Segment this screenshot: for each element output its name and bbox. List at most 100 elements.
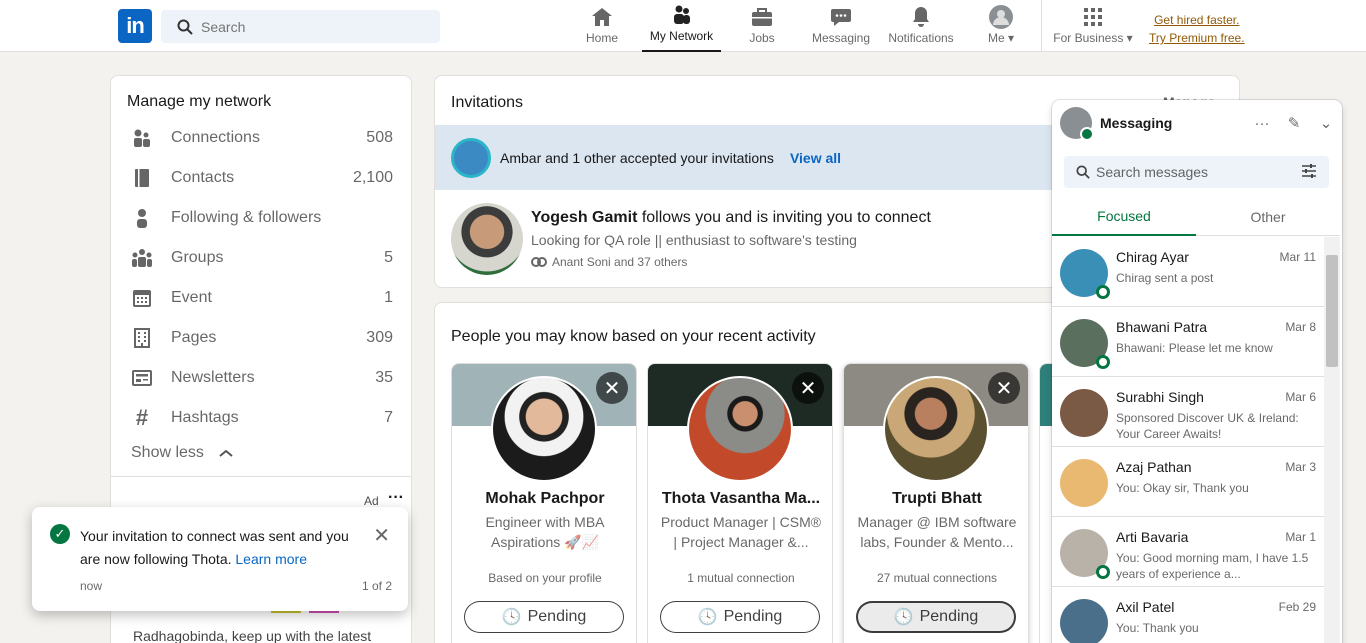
conversation-date: Mar 3 (1285, 460, 1316, 474)
show-less-button[interactable]: Show less (131, 444, 234, 462)
person-headline: Manager @ IBM software labs, Founder & M… (857, 514, 1017, 550)
toast-text: Your invitation to connect was sent and … (80, 528, 349, 567)
global-search[interactable] (161, 10, 440, 43)
manage-network-title: Manage my network (127, 93, 272, 110)
conversation-scrollbar[interactable] (1324, 237, 1340, 643)
nav-my-network[interactable]: My Network (642, 0, 721, 52)
conversation-item[interactable]: Surabhi Singh Mar 6 Sponsored Discover UK … (1052, 377, 1324, 447)
clock-icon: 🕓 (893, 609, 914, 626)
nav-my-network-label: My Network (649, 29, 714, 43)
message-search-placeholder: Search messages (1096, 164, 1209, 180)
linkedin-logo[interactable]: in (118, 9, 152, 43)
nav-jobs-label: Jobs (749, 31, 775, 45)
dismiss-icon[interactable]: ✕ (596, 372, 628, 404)
tab-other[interactable]: Other (1196, 198, 1340, 236)
conversation-name: Azaj Pathan (1116, 459, 1192, 475)
person-card[interactable]: ✕ Mohak Pachpor Engineer with MBA Aspira… (451, 363, 637, 643)
manage-item-label: Event (171, 289, 212, 306)
conversation-preview: Bhawani: Please let me know (1116, 341, 1273, 355)
network-icon (673, 5, 690, 24)
conversation-name: Surabhi Singh (1116, 389, 1204, 405)
conversation-preview: You: Okay sir, Thank you (1116, 481, 1249, 495)
nav-jobs[interactable]: Jobs (742, 0, 782, 52)
tab-focused[interactable]: Focused (1052, 198, 1196, 236)
avatar (687, 376, 793, 482)
manage-item-connections[interactable]: Connections 508 (131, 126, 393, 150)
person-card[interactable]: ✕ Trupti Bhatt Manager @ IBM software la… (843, 363, 1029, 643)
filter-icon[interactable] (1301, 163, 1317, 179)
manage-item-hashtags[interactable]: # Hashtags 7 (131, 405, 393, 430)
manage-item-label: Contacts (171, 169, 235, 186)
manage-item-count: 508 (366, 129, 393, 146)
nav-me[interactable]: Me ▾ (980, 0, 1022, 52)
avatar (1060, 107, 1094, 141)
conversation-name: Arti Bavaria (1116, 529, 1189, 545)
pending-button[interactable]: 🕓 Pending (464, 601, 624, 633)
conversation-name: Bhawani Patra (1116, 319, 1208, 335)
manage-item-label: Pages (171, 329, 217, 346)
nav-notifications-label: Notifications (888, 31, 954, 45)
nav-notifications[interactable]: Notifications (884, 0, 958, 52)
inviter-name[interactable]: Yogesh Gamit (531, 209, 637, 226)
person-card[interactable]: ✕ Thota Vasantha Ma... Product Manager |… (647, 363, 833, 643)
toast-time: now (80, 579, 103, 593)
nav-home[interactable]: Home (580, 0, 624, 52)
more-options-icon[interactable]: ··· (1246, 115, 1278, 132)
messaging-overlay: Messaging ··· ✎ ⌄ Search messages Focuse… (1052, 100, 1342, 643)
invitations-title: Invitations (451, 94, 524, 111)
contacts-book-icon (131, 167, 153, 189)
groups-icon (131, 247, 153, 269)
avatar (491, 376, 597, 482)
conversation-item[interactable]: Chirag Ayar Mar 11 Chirag sent a post (1052, 237, 1324, 307)
conversation-item[interactable]: Axil Patel Feb 29 You: Thank you (1052, 587, 1324, 643)
person-meta: 27 mutual connections (876, 571, 998, 585)
premium-upsell-link[interactable]: Get hired faster. Try Premium free. (1149, 11, 1245, 47)
manage-item-pages[interactable]: Pages 309 (131, 326, 393, 350)
top-navigation-bar: in Home My Network Jobs Messaging Notifi… (0, 0, 1366, 52)
nav-messaging-label: Messaging (811, 31, 871, 45)
conversation-preview: You: Good morning mam, I have 1.5 years … (1116, 551, 1309, 581)
compose-icon[interactable]: ✎ (1278, 114, 1310, 132)
nav-messaging[interactable]: Messaging (810, 0, 872, 52)
avatar (1060, 389, 1108, 437)
conversation-item[interactable]: Azaj Pathan Mar 3 You: Okay sir, Thank you (1052, 447, 1324, 517)
pending-button[interactable]: 🕓 Pending (856, 601, 1016, 633)
view-all-link[interactable]: View all (790, 150, 841, 166)
manage-item-count: 2,100 (352, 169, 393, 186)
scrollbar-thumb[interactable] (1326, 255, 1338, 367)
dismiss-icon[interactable]: ✕ (792, 372, 824, 404)
manage-item-groups[interactable]: Groups 5 (131, 246, 393, 270)
messaging-header[interactable]: Messaging ··· ✎ ⌄ (1052, 100, 1342, 146)
close-icon[interactable]: ✕ (373, 523, 390, 548)
manage-item-contacts[interactable]: Contacts 2,100 (131, 166, 393, 190)
mutual-connections-icon (531, 257, 547, 267)
dismiss-icon[interactable]: ✕ (988, 372, 1020, 404)
manage-item-count: 7 (384, 409, 393, 426)
nav-for-business[interactable]: For Business ▾ (1052, 0, 1134, 52)
invitation-text: follows you and is inviting you to conne… (637, 209, 931, 226)
conversation-item[interactable]: Arti Bavaria Mar 1 You: Good morning mam, … (1052, 517, 1324, 587)
search-input[interactable] (201, 18, 421, 35)
person-name: Thota Vasantha Ma... (661, 490, 821, 507)
person-icon (131, 207, 153, 229)
pending-button[interactable]: 🕓 Pending (660, 601, 820, 633)
chevron-down-icon: ▾ (1007, 31, 1015, 45)
message-search[interactable]: Search messages (1064, 156, 1329, 188)
avatar[interactable] (451, 203, 523, 275)
manage-item-event[interactable]: Event 1 (131, 286, 393, 310)
conversation-date: Mar 8 (1285, 320, 1316, 334)
search-icon (1076, 165, 1090, 179)
manage-item-following[interactable]: Following & followers (131, 206, 393, 230)
conversation-date: Mar 1 (1285, 530, 1316, 544)
pending-label: Pending (723, 608, 783, 625)
learn-more-link[interactable]: Learn more (235, 551, 307, 567)
toast-message: Your invitation to connect was sent and … (80, 525, 360, 571)
chevron-down-icon[interactable]: ⌄ (1310, 114, 1342, 132)
more-options-icon[interactable]: ··· (388, 489, 404, 507)
search-icon (177, 19, 193, 35)
person-headline: Engineer with MBA Aspirations 🚀📈 (485, 514, 605, 550)
manage-item-newsletters[interactable]: Newsletters 35 (131, 366, 393, 390)
show-less-label: Show less (131, 444, 204, 461)
conversation-item[interactable]: Bhawani Patra Mar 8 Bhawani: Please let me… (1052, 307, 1324, 377)
clock-icon: 🕓 (501, 609, 522, 626)
